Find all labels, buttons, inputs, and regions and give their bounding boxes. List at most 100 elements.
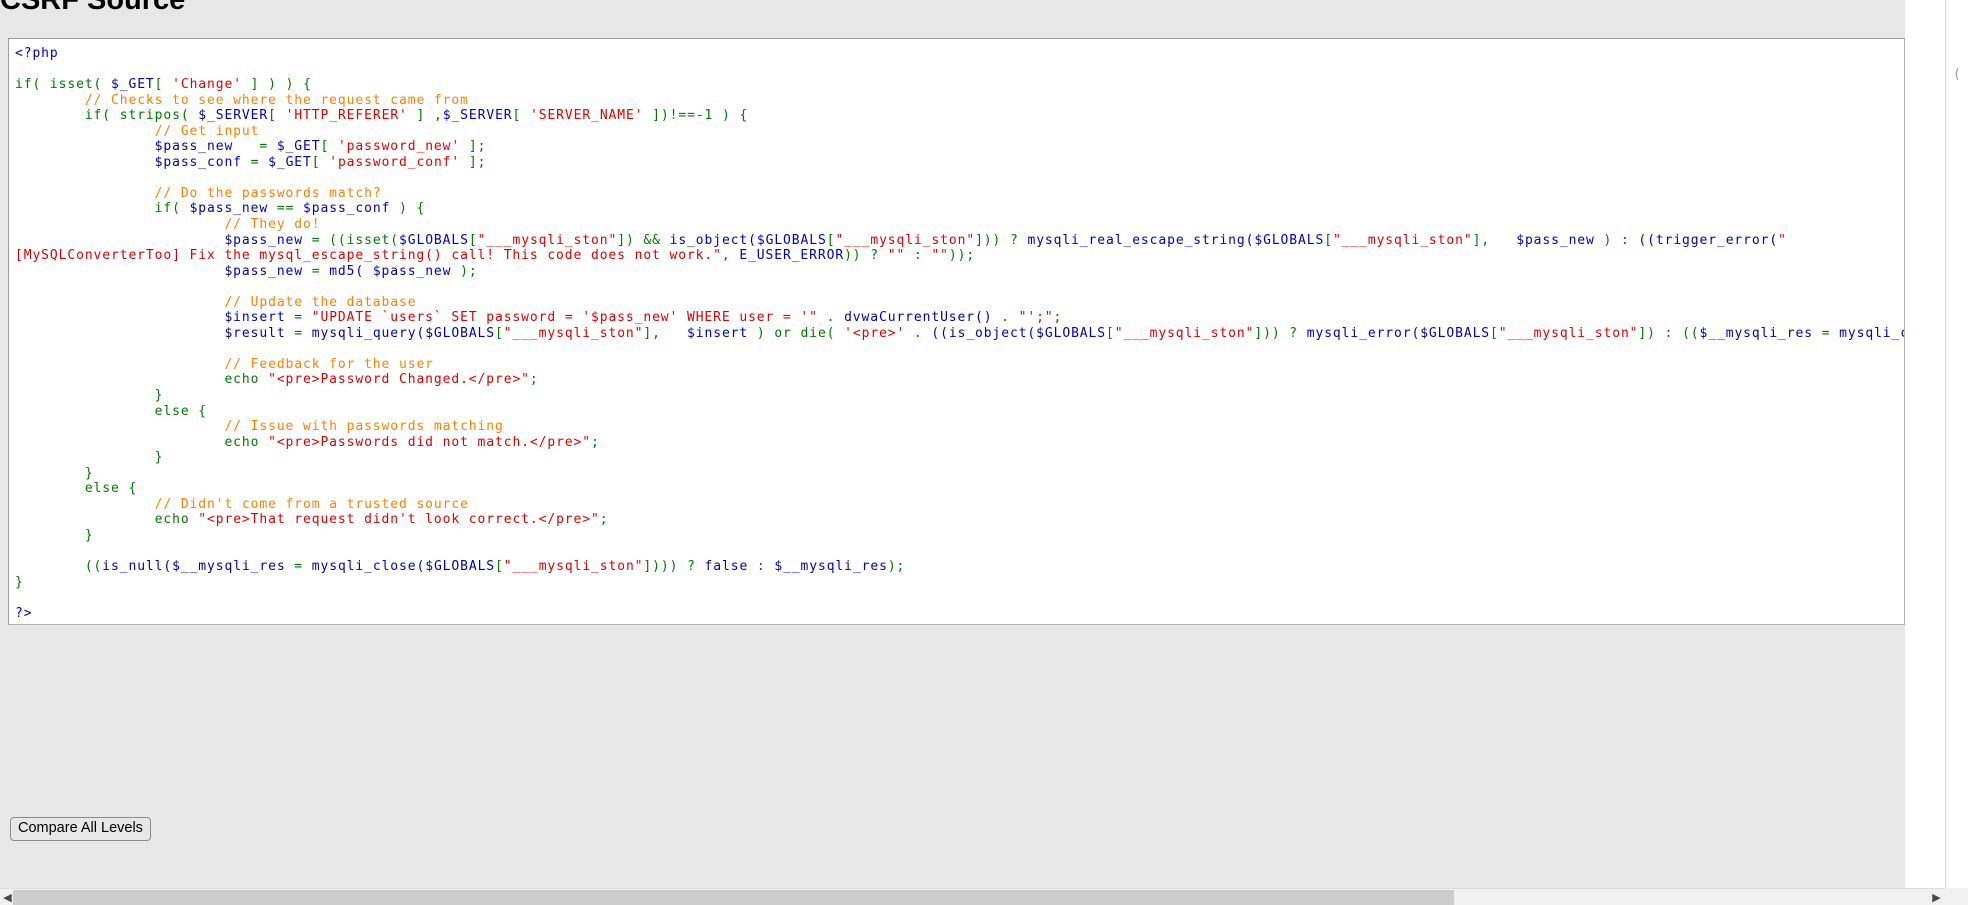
code-token: $pass_new [1516,232,1595,248]
code-token: ?> [15,605,33,621]
code-token: else [154,403,199,419]
code-token: { [128,481,138,497]
code-line: // Feedback for the user [15,357,1904,373]
code-token: [ [1324,232,1333,248]
code-token: $pass_new [154,139,234,155]
code-token: && [643,232,661,248]
code-token: 'Change' [172,77,242,93]
code-token: ((trigger_error( [1638,232,1779,248]
code-token: ]))) [643,559,688,575]
page-title: CSRF Source [0,0,186,16]
code-token: ; [599,512,609,528]
code-token: = [233,139,277,155]
code-token: [MySQLConverterToo] [15,248,181,264]
code-token: // Do the passwords match? [154,185,382,201]
code-line: echo "<pre>That request didn't look corr… [15,512,1904,528]
code-line: if( isset( $_GET[ 'Change' ] ) ) { [15,77,1904,93]
code-token: ) [748,325,775,341]
code-token: { [303,77,312,93]
code-line: $pass_new = ((isset($GLOBALS["___mysqli_… [15,233,1904,249]
code-token: $GLOBALS [1420,325,1491,341]
code-token: $pass_new [224,232,303,248]
code-token: } [84,527,94,543]
scroll-left-arrow-icon[interactable]: ◀ [2,892,13,903]
code-token: mysqli_connec [1839,325,1904,341]
code-line: // Do the passwords match? [15,186,1904,202]
code-token: } [15,574,24,590]
code-token: isset( [346,232,400,248]
code-token: [ [512,108,530,124]
code-token: = [241,154,269,170]
code-token: ); [451,263,478,279]
code-line: <?php [15,46,1904,62]
code-token: [ [1105,325,1115,341]
code-token: $pass_new [224,263,303,279]
code-token: [ [468,232,478,248]
code-token: if( [84,108,120,124]
code-token: : [1664,325,1683,341]
code-token: ) { [390,201,426,217]
code-token: echo [224,434,269,450]
code-token: , [721,248,740,264]
code-token: ], [1472,232,1517,248]
code-token: ) [285,77,304,93]
code-token: . [905,325,932,341]
code-token: [ [320,139,338,155]
code-line: } [15,388,1904,404]
code-token: ])) [1254,325,1290,341]
code-token: { [198,403,208,419]
code-token: = (( [303,232,347,248]
code-token: ; [1053,310,1063,326]
compare-all-levels-button[interactable]: Compare All Levels [10,817,151,841]
code-token: ? [687,559,705,575]
code-token: false [704,559,749,575]
source-code-scroll-area[interactable]: <?php if( isset( $_GET[ 'Change' ] ) ) {… [9,39,1904,624]
code-token: [ [311,154,330,170]
code-token: : [905,248,932,264]
code-token: ) [268,77,286,93]
code-token: ]; [460,139,487,155]
code-token: : [748,559,775,575]
code-line: // Didn't come from a trusted source [15,497,1904,513]
code-line: // Get input [15,124,1904,140]
code-token: ], [643,325,688,341]
code-token: (( [1682,325,1700,341]
code-token: (( [84,559,103,575]
code-token: if( [15,77,50,93]
code-token: ] , [407,108,443,124]
code-token: ) [1594,232,1621,248]
horizontal-scrollbar-thumb[interactable] [13,890,1454,905]
right-page-gutter: ( [1945,0,1968,905]
code-token: } [154,388,164,404]
code-line: echo "<pre>Password Changed.</pre>"; [15,372,1904,388]
source-code-box: <?php if( isset( $_GET[ 'Change' ] ) ) {… [8,38,1905,625]
scroll-right-arrow-icon[interactable]: ▶ [1931,892,1942,903]
code-token: "___mysqli_ston" [1114,325,1255,341]
code-token: mysqli_query( [311,325,426,341]
code-line: // Issue with passwords matching [15,419,1904,435]
code-token: 'password_conf' [329,154,461,170]
code-token: $insert [687,325,749,341]
code-token: $pass_new [189,201,269,217]
code-token: "___mysqli_ston" [477,232,618,248]
code-token: ] [241,77,269,93]
code-token: Fix the mysql_escape_string() call! This… [180,248,722,264]
code-token: = [1812,325,1840,341]
horizontal-scrollbar[interactable]: ◀ ▶ [0,888,1945,905]
code-token: $pass_new [372,263,452,279]
code-token: $GLOBALS [1036,325,1106,341]
code-token: ; [590,434,600,450]
